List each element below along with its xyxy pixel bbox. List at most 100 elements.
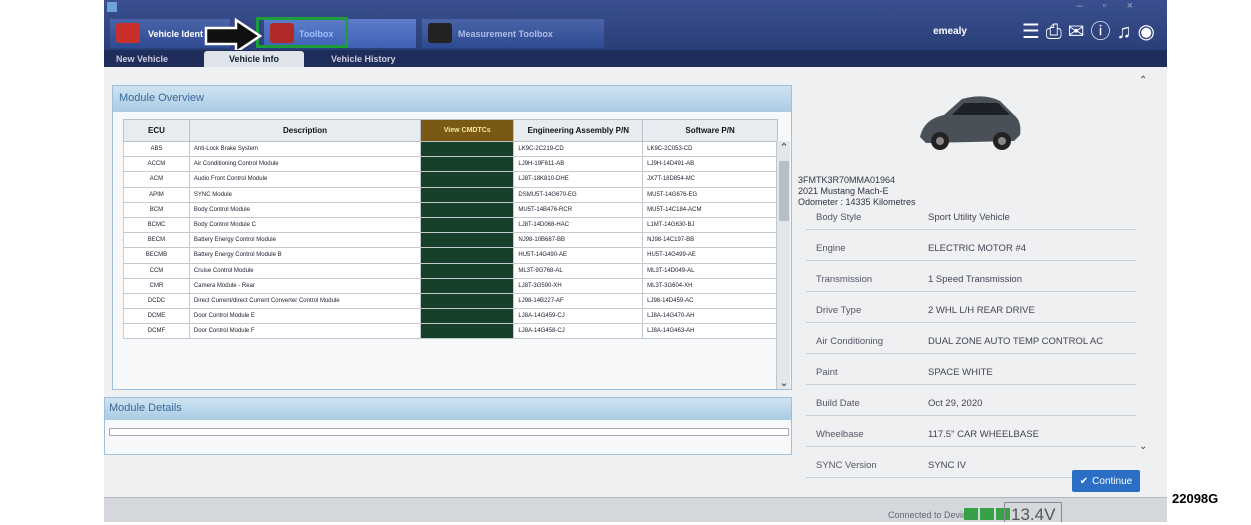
- col-engineering-pn[interactable]: Engineering Assembly P/N: [513, 119, 644, 142]
- panel-title: Module Details: [105, 398, 791, 420]
- cell-engineering-pn: HU5T-14G490-AE: [513, 247, 644, 264]
- cmdtc-indicator[interactable]: [420, 247, 515, 264]
- cell-software-pn: MU5T-14G676-EG: [642, 186, 778, 203]
- cell-description: Battery Energy Control Module B: [188, 247, 422, 264]
- details-field: [109, 428, 789, 436]
- cell-software-pn: HU5T-14G499-AE: [642, 247, 778, 264]
- table-scrollbar[interactable]: ⌃ ⌄: [776, 141, 790, 389]
- table-row[interactable]: BECMB Battery Energy Control Module B HU5T…: [123, 247, 778, 264]
- cell-ecu: DCDC: [123, 292, 190, 310]
- table-row[interactable]: BCM Body Control Module MU5T-14B476-RCR MU5…: [123, 201, 778, 218]
- cell-description: Door Control Module F: [188, 323, 422, 340]
- table-row[interactable]: CMR Camera Module - Rear LJ8T-3G590-XH ML3T…: [123, 277, 778, 294]
- bell-icon[interactable]: ♫: [1117, 20, 1132, 44]
- cell-description: Battery Energy Control Module: [188, 232, 422, 249]
- vin: 3FMTK3R70MMA01964: [798, 175, 896, 185]
- cell-software-pn: LJ8A-14G470-AH: [642, 308, 778, 325]
- cell-engineering-pn: DSMU5T-14G670-EG: [513, 186, 644, 203]
- property-row: Engine ELECTRIC MOTOR #4: [806, 236, 1136, 261]
- property-row: Wheelbase 117.5" CAR WHEELBASE: [806, 422, 1136, 447]
- col-ecu[interactable]: ECU: [123, 119, 190, 142]
- cmdtc-indicator[interactable]: [420, 277, 515, 294]
- property-value: SPACE WHITE: [928, 367, 993, 378]
- help-icon[interactable]: ⓘ: [1091, 20, 1111, 44]
- table-row[interactable]: APIM SYNC Module DSMU5T-14G670-EG MU5T-14G6…: [123, 186, 778, 203]
- pointer-arrow-icon: [204, 18, 263, 54]
- table-row[interactable]: ABS Anti-Lock Brake System LK9C-2C219-CD LK…: [123, 140, 778, 158]
- property-key: Wheelbase: [816, 429, 864, 440]
- subtab-vehicle-info[interactable]: Vehicle Info: [204, 51, 304, 67]
- tab-measurement-toolbox[interactable]: Measurement Toolbox: [422, 19, 604, 48]
- table-row[interactable]: DCDC Direct Current/direct Current Conver…: [123, 292, 778, 310]
- cmdtc-indicator[interactable]: [420, 171, 515, 188]
- cell-engineering-pn: LJ8A-14G458-CJ: [513, 323, 644, 340]
- cmdtc-indicator[interactable]: [420, 140, 515, 158]
- meter-icon: [428, 23, 452, 43]
- cell-engineering-pn: MU5T-14B476-RCR: [513, 201, 644, 218]
- table-row[interactable]: ACCM Air Conditioning Control Module LJ9H-…: [123, 156, 778, 173]
- table-row[interactable]: BECM Battery Energy Control Module NJ98-10…: [123, 232, 778, 249]
- cell-description: Body Control Module C: [188, 216, 422, 234]
- property-value: 2 WHL L/H REAR DRIVE: [928, 305, 1035, 316]
- menu-icon[interactable]: ☰: [1022, 20, 1040, 44]
- col-description[interactable]: Description: [188, 119, 422, 142]
- col-software-pn[interactable]: Software P/N: [642, 119, 778, 142]
- cmdtc-indicator[interactable]: [420, 156, 515, 173]
- scroll-up-icon[interactable]: ⌃: [777, 141, 791, 154]
- cell-software-pn: LJ9H-14D491-AB: [642, 156, 778, 173]
- cell-engineering-pn: LJ8T-14D068-HAC: [513, 216, 644, 234]
- scroll-up-icon[interactable]: ⌃: [1139, 75, 1147, 86]
- battery-voltage: 13.4V: [1004, 502, 1063, 522]
- cell-ecu: DCMF: [123, 323, 190, 340]
- scroll-down-icon[interactable]: ⌄: [777, 376, 791, 389]
- side-scrollbar[interactable]: ⌃ ⌄: [1139, 67, 1149, 497]
- check-icon: ✔: [1079, 475, 1089, 487]
- cmdtc-indicator[interactable]: [420, 308, 515, 325]
- property-key: Body Style: [816, 212, 862, 223]
- table-row[interactable]: DCME Door Control Module E LJ8A-14G459-CJ L…: [123, 308, 778, 325]
- cmdtc-indicator[interactable]: [420, 323, 515, 340]
- cell-ecu: DCME: [123, 308, 190, 325]
- cmdtc-indicator[interactable]: [420, 232, 515, 249]
- toolbar-icons: ☰ ⎙ ✉ ⓘ ♫ ◉: [1022, 20, 1155, 44]
- app-icon: [107, 2, 117, 12]
- property-value: SYNC IV: [928, 460, 967, 471]
- subtab-vehicle-history[interactable]: Vehicle History: [319, 51, 408, 67]
- table-row[interactable]: ACM Audio Front Control Module LJ8T-18K810…: [123, 171, 778, 188]
- cmdtc-indicator[interactable]: [420, 201, 515, 218]
- property-value: Sport Utility Vehicle: [928, 212, 1010, 223]
- property-key: Air Conditioning: [816, 336, 884, 347]
- cmdtc-indicator[interactable]: [420, 216, 515, 234]
- cmdtc-indicator[interactable]: [420, 186, 515, 203]
- mail-icon[interactable]: ✉: [1068, 20, 1085, 44]
- sub-tab-bar: New Vehicle Vehicle Info Vehicle History: [104, 50, 1167, 67]
- property-value: 1 Speed Transmission: [928, 274, 1022, 285]
- scroll-thumb[interactable]: [779, 161, 789, 221]
- status-bar: Connected to Device 13.4V: [104, 497, 1167, 522]
- cmdtc-indicator[interactable]: [420, 262, 515, 279]
- cell-ecu: ACCM: [123, 156, 190, 173]
- property-value: Oct 29, 2020: [928, 398, 983, 409]
- window-controls[interactable]: –▫×: [1077, 0, 1153, 12]
- continue-button[interactable]: ✔ Continue: [1072, 470, 1140, 492]
- printer-icon[interactable]: ⎙: [1046, 20, 1062, 44]
- table-row[interactable]: DCMF Door Control Module F LJ8A-14G458-CJ L…: [123, 323, 778, 340]
- cell-engineering-pn: LJ98-14B227-AF: [513, 292, 644, 310]
- subtab-new-vehicle[interactable]: New Vehicle: [104, 51, 180, 67]
- cell-ecu: APIM: [123, 186, 190, 203]
- image-reference-tag: 22098G: [1172, 491, 1219, 506]
- cmdtc-indicator[interactable]: [420, 292, 515, 310]
- view-cmdtcs-button[interactable]: View CMDTCs: [420, 119, 515, 142]
- cell-ecu: BCM: [123, 201, 190, 218]
- wireless-icon[interactable]: ◉: [1138, 20, 1155, 44]
- cell-description: Cruise Control Module: [188, 262, 422, 279]
- cell-description: Body Control Module: [188, 201, 422, 218]
- cell-ecu: BECMB: [123, 247, 190, 264]
- cell-software-pn: JX7T-18D854-MC: [642, 171, 778, 188]
- cell-software-pn: ML3T-14D049-AL: [642, 262, 778, 279]
- scroll-down-icon[interactable]: ⌄: [1139, 441, 1147, 452]
- cell-software-pn: ML3T-3G604-XH: [642, 277, 778, 294]
- table-row[interactable]: BCMC Body Control Module C LJ8T-14D068-HAC…: [123, 216, 778, 234]
- table-row[interactable]: CCM Cruise Control Module ML3T-9G768-AL ML3…: [123, 262, 778, 279]
- app-window: –▫× Vehicle Ident Toolbox Measurement To…: [104, 0, 1167, 522]
